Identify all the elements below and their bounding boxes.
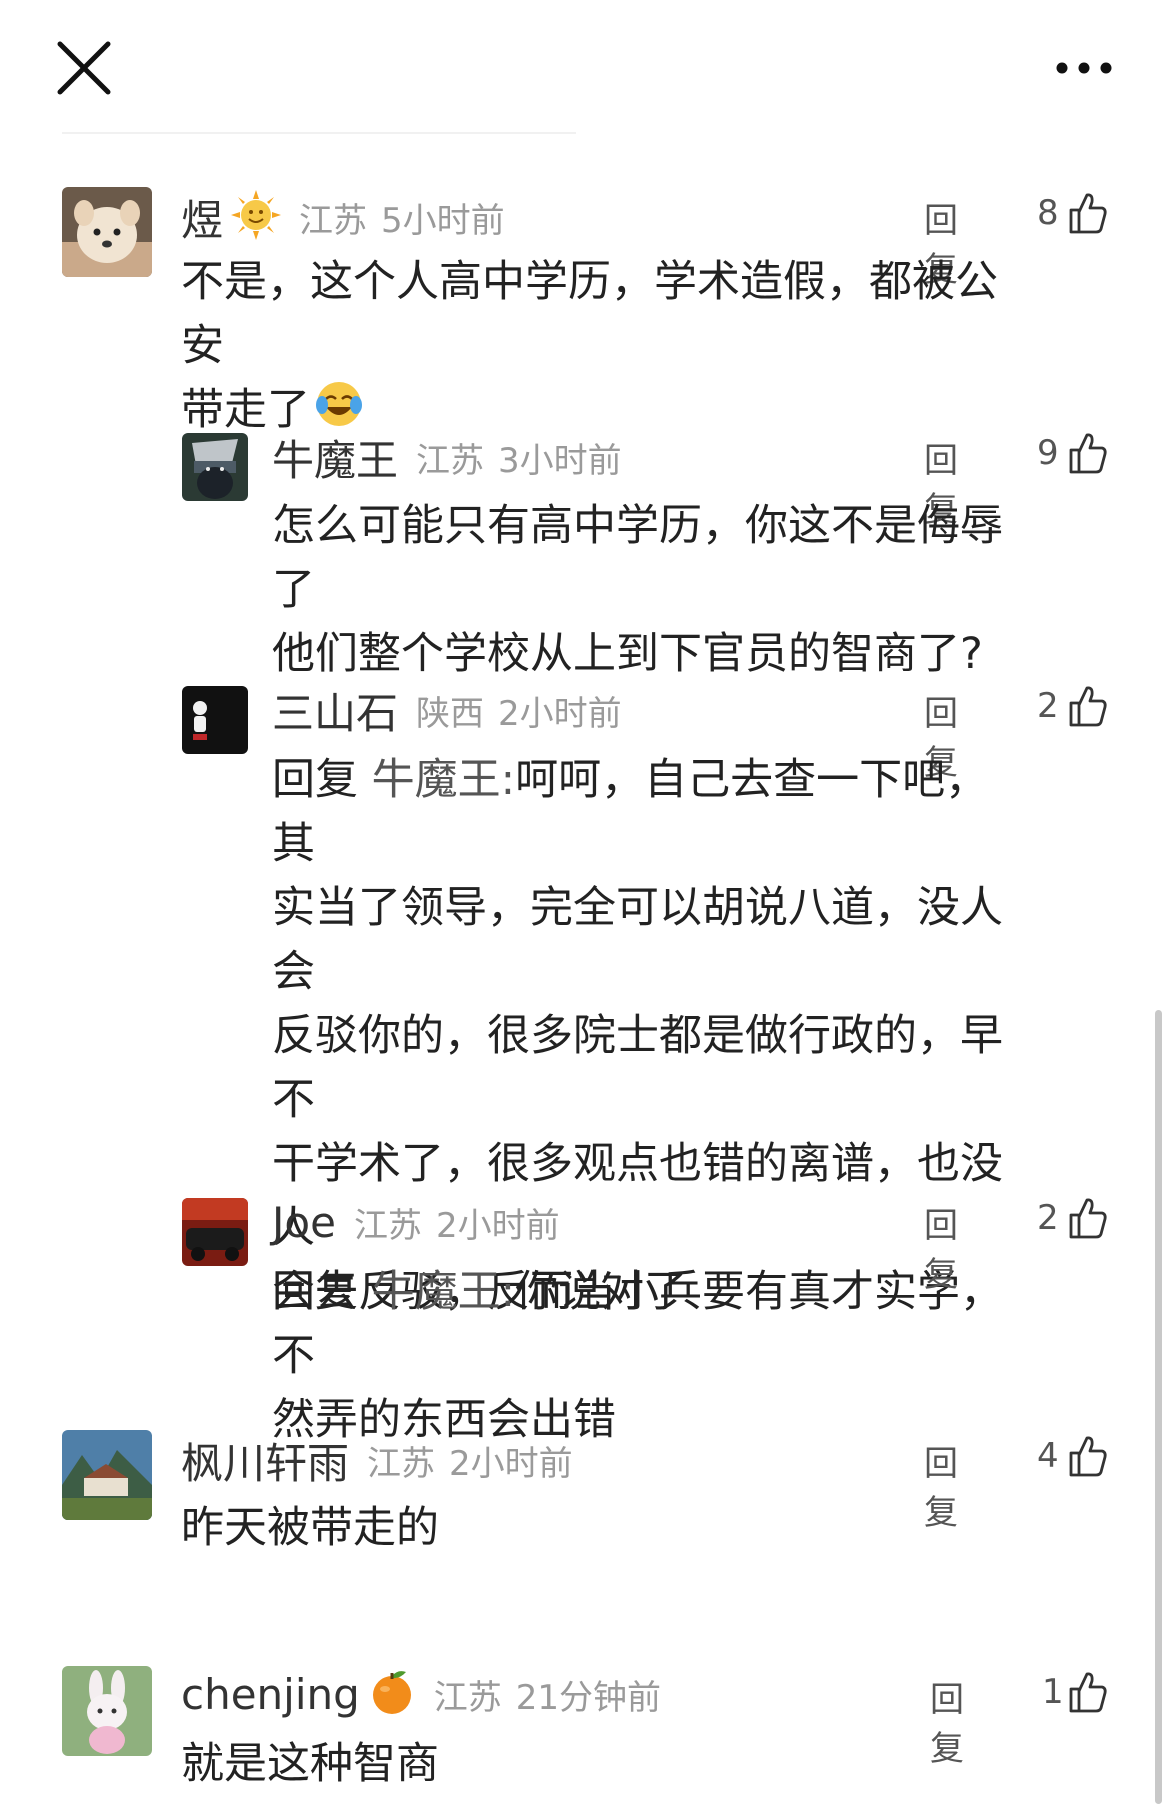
comment-header: 牛魔王 江苏 3小时前 (272, 427, 622, 487)
more-button[interactable] (1044, 48, 1124, 88)
comment-line-wrap: 回复 牛魔王:你说对了 (272, 1260, 1012, 1324)
comment-line: 不是，这个人高中学历，学术造假，都被公安 (181, 257, 998, 371)
reply-target-link[interactable]: 牛魔王: (372, 755, 516, 805)
like-count: 4 (1037, 1436, 1059, 1476)
username[interactable]: Joe (272, 1198, 336, 1247)
reply-target-link[interactable]: 牛魔王: (372, 1267, 516, 1317)
comment-line: 就是这种智商 (181, 1739, 439, 1789)
comment-text: 就是这种智商 (181, 1732, 1031, 1796)
thumbs-up-icon[interactable] (1068, 191, 1108, 239)
username[interactable]: 煜 (181, 187, 223, 248)
comment-meta: 江苏 2小时前 (354, 1198, 560, 1247)
comment-meta: 江苏 5小时前 (299, 193, 505, 242)
comment-text: 回复 牛魔王:呵呵，自己去查一下吧，其 实当了领导，完全可以胡说八道，没人会 反… (272, 748, 1012, 1452)
avatar[interactable] (182, 433, 248, 501)
comment-meta: 陕西 2小时前 (416, 686, 622, 735)
timestamp: 2小时前 (498, 693, 622, 734)
location: 江苏 (416, 440, 485, 481)
timestamp: 3小时前 (498, 440, 622, 481)
reply-prefix: 回复 (272, 755, 358, 805)
comment-line: 你说对了 (515, 1267, 688, 1317)
comment-line: 怎么可能只有高中学历，你这不是侮辱了 (272, 501, 1003, 615)
comment-meta: 江苏 21分钟前 (434, 1670, 661, 1719)
timestamp: 21分钟前 (515, 1677, 662, 1718)
comment-line: 昨天被带走的 (181, 1503, 439, 1553)
location: 江苏 (299, 200, 368, 241)
more-horizontal-icon (1056, 62, 1112, 74)
sun-face-emoji (231, 190, 282, 244)
like-count: 2 (1037, 686, 1059, 726)
location: 江苏 (353, 1205, 422, 1246)
comment-header: chenjing 江苏 21分钟前 (181, 1664, 661, 1724)
avatar[interactable] (62, 1666, 152, 1756)
username[interactable]: 牛魔王 (272, 427, 398, 488)
comment-line: 反驳你的，很多院士都是做行政的，早不 (272, 1011, 1003, 1125)
comment-line-wrap: 回复 牛魔王:呵呵，自己去查一下吧，其 (272, 748, 1012, 876)
location: 江苏 (367, 1443, 436, 1484)
username[interactable]: 枫川轩雨 (181, 1430, 349, 1491)
comments-page: 煜 江苏 5小时前 回复 8 不是，这个人高中学历，学术造假，都被公安 带走了 … (0, 0, 1170, 1804)
comment-meta: 江苏 3小时前 (416, 433, 622, 482)
avatar[interactable] (182, 1198, 248, 1266)
timestamp: 2小时前 (435, 1205, 560, 1246)
like-count: 9 (1037, 433, 1059, 473)
close-button[interactable] (52, 36, 116, 100)
top-bar (0, 0, 1170, 135)
scrollbar[interactable] (1155, 1010, 1162, 1804)
username[interactable]: 三山石 (272, 680, 398, 741)
thumbs-up-icon[interactable] (1068, 684, 1108, 732)
reply-prefix: 回复 (272, 1267, 358, 1317)
comment-header: Joe 江苏 2小时前 (272, 1192, 560, 1252)
close-icon (57, 41, 111, 95)
orange-emoji (368, 1667, 416, 1721)
avatar[interactable] (62, 187, 152, 277)
comment-line: 他们整个学校从上到下官员的智商了? (272, 629, 983, 679)
timestamp: 2小时前 (449, 1443, 573, 1484)
comment-line: 实当了领导，完全可以胡说八道，没人会 (272, 883, 1003, 997)
username[interactable]: chenjing (181, 1670, 360, 1719)
comment-text: 回复 牛魔王:你说对了 (272, 1260, 1012, 1324)
timestamp: 5小时前 (381, 200, 505, 241)
location: 江苏 (433, 1677, 502, 1718)
like-count: 2 (1037, 1198, 1059, 1238)
comment-header: 枫川轩雨 江苏 2小时前 (181, 1430, 573, 1490)
top-divider (62, 132, 576, 134)
comment-meta: 江苏 2小时前 (367, 1436, 573, 1485)
thumbs-up-icon[interactable] (1068, 431, 1108, 479)
comment-header: 三山石 陕西 2小时前 (272, 680, 622, 740)
avatar[interactable] (62, 1430, 152, 1520)
comment-header: 煜 江苏 5小时前 (181, 187, 505, 247)
comment-text: 怎么可能只有高中学历，你这不是侮辱了 他们整个学校从上到下官员的智商了? (272, 494, 1012, 686)
thumbs-up-icon[interactable] (1068, 1434, 1108, 1482)
comment-text: 不是，这个人高中学历，学术造假，都被公安 带走了 (181, 250, 1031, 447)
like-count: 1 (1042, 1672, 1064, 1712)
avatar[interactable] (182, 686, 248, 754)
location: 陕西 (416, 693, 485, 734)
comment-text: 昨天被带走的 (181, 1496, 1031, 1560)
thumbs-up-icon[interactable] (1068, 1670, 1108, 1718)
like-count: 8 (1037, 193, 1059, 233)
thumbs-up-icon[interactable] (1068, 1196, 1108, 1244)
